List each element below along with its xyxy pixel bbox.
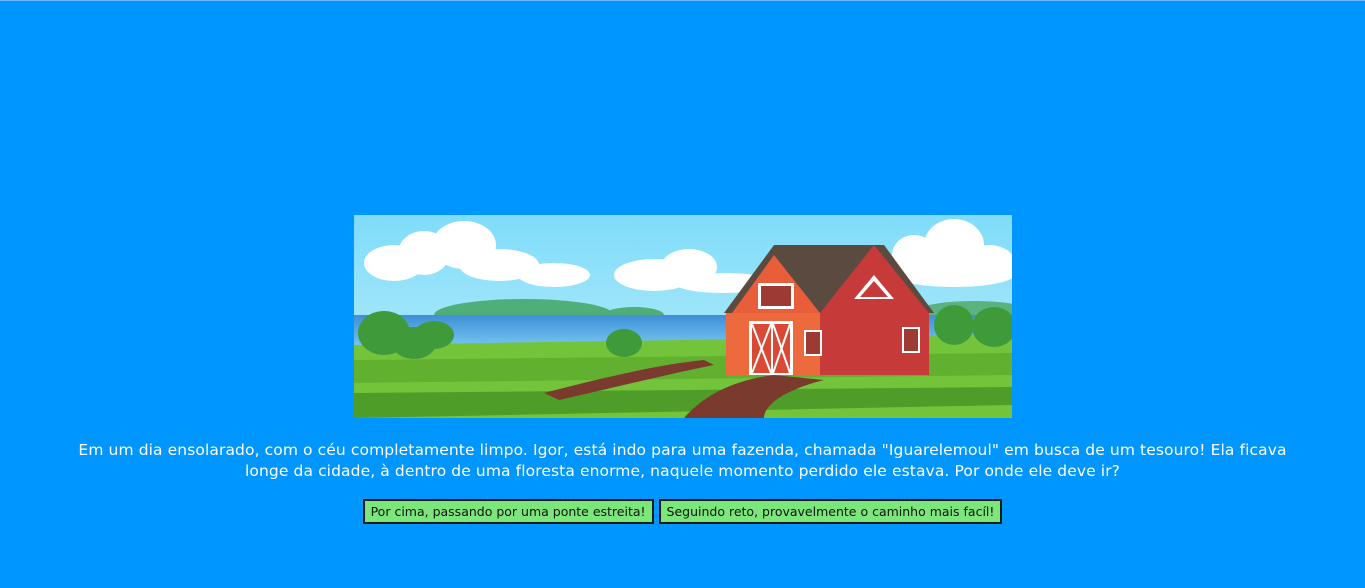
story-text: Em um dia ensolarado, com o céu completa… [78, 441, 1287, 480]
choice-bridge-button[interactable]: Por cima, passando por uma ponte estreit… [362, 499, 654, 524]
game-page: Em um dia ensolarado, com o céu completa… [0, 0, 1365, 588]
farm-scene-image [354, 215, 1012, 418]
choice-straight-button[interactable]: Seguindo reto, provavelmente o caminho m… [658, 499, 1003, 524]
choices-container: Por cima, passando por uma ponte estreit… [0, 499, 1365, 524]
